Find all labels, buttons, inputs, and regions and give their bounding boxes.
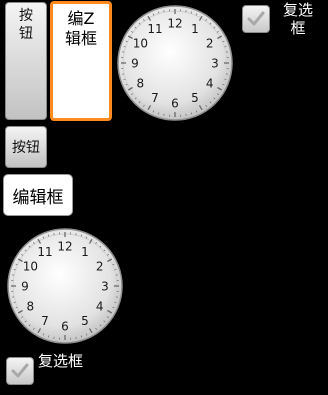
clock-numeral: 5 (81, 314, 89, 328)
clock-numeral: 3 (211, 57, 219, 71)
analog-clock-top: 12 12 3 45678 9 1011 (117, 5, 233, 121)
tall-button-label: 按 钮 (19, 8, 33, 42)
clock-face: 12 12 3 45678 9 1011 (117, 5, 233, 121)
clock-numeral: 12 (57, 240, 72, 254)
clock-numeral: 6 (171, 97, 179, 111)
clock-numeral: 2 (206, 37, 214, 51)
clock-numeral: 5 (191, 91, 199, 105)
clock-face: 12 12 3 45678 9 1011 (7, 228, 123, 344)
clock-numeral: 4 (206, 77, 214, 91)
clock-numeral: 12 (167, 17, 182, 31)
clock-numeral: 10 (133, 37, 148, 51)
checkmark-icon (247, 11, 265, 26)
clock-numeral: 8 (137, 77, 145, 91)
clock-numeral: 7 (151, 91, 159, 105)
clock-numeral: 8 (27, 300, 35, 314)
small-button[interactable]: 按钮 (5, 126, 47, 168)
checkbox-bottom[interactable] (6, 357, 34, 385)
small-edit-text[interactable]: 编辑框 (3, 174, 73, 216)
clock-numeral: 1 (81, 245, 89, 259)
checkbox-bottom-label: 复选框 (38, 352, 84, 370)
tall-button[interactable]: 按 钮 (5, 2, 47, 120)
clock-numeral: 3 (101, 280, 109, 294)
clock-numeral: 7 (41, 314, 49, 328)
checkbox-top[interactable] (242, 5, 270, 33)
clock-numeral: 9 (131, 57, 139, 71)
clock-numeral: 10 (23, 260, 38, 274)
clock-numeral: 4 (96, 300, 104, 314)
clock-numeral: 2 (96, 260, 104, 274)
small-button-label: 按钮 (12, 140, 40, 156)
checkbox-top-label: 复选 框 (282, 1, 313, 37)
clock-numeral: 11 (147, 22, 162, 36)
checkmark-icon (11, 363, 29, 378)
tall-edit-text[interactable]: 编Z 辑框 (50, 1, 112, 121)
clock-numeral: 9 (21, 280, 29, 294)
analog-clock-bottom: 12 12 3 45678 9 1011 (7, 228, 123, 344)
clock-numeral: 1 (191, 22, 199, 36)
clock-numeral: 6 (61, 320, 69, 334)
clock-numeral: 11 (37, 245, 52, 259)
